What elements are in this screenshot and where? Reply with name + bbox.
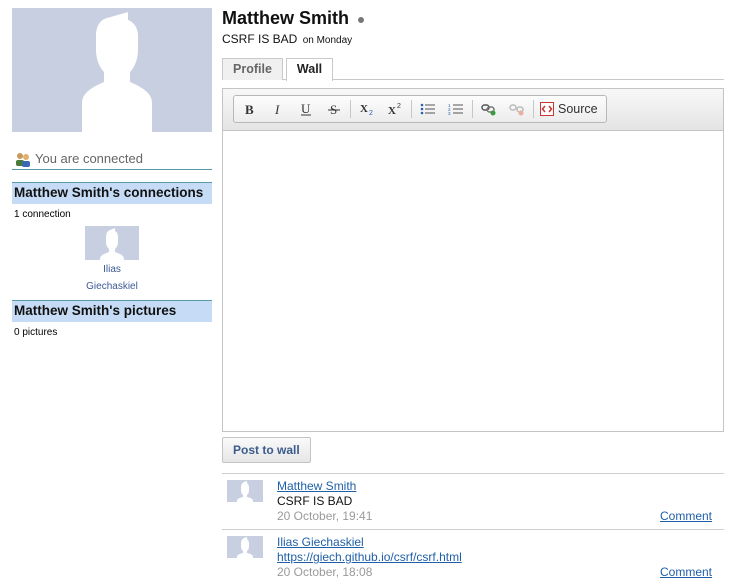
svg-text:2: 2 [397, 103, 401, 110]
connections-count: 1 connection [14, 209, 71, 220]
toolbar-separator [350, 100, 351, 118]
connections-heading: Matthew Smith's connections [12, 182, 212, 204]
connection-name-last[interactable]: Giechaskiel [12, 279, 212, 294]
unlink-icon [509, 104, 524, 116]
connection-avatar[interactable] [85, 226, 139, 260]
post-text: CSRF IS BAD [277, 494, 353, 508]
numbered-list-button[interactable]: 1 2 3 [442, 97, 470, 121]
toolbar-group: B I U S X2 X2 1 2 3 Source [233, 95, 607, 123]
toolbar-separator [472, 100, 473, 118]
post-to-wall-button[interactable]: Post to wall [222, 437, 311, 463]
editor-toolbar: B I U S X2 X2 1 2 3 Source [223, 89, 723, 131]
strikethrough-icon: S [328, 102, 340, 116]
strikethrough-button[interactable]: S [320, 97, 348, 121]
italic-icon: I [274, 102, 280, 116]
post-date: 20 October, 18:08 [277, 565, 373, 579]
bold-button[interactable]: B [236, 97, 264, 121]
profile-header: Matthew Smith [222, 8, 724, 29]
subscript-icon: X2 [360, 103, 373, 116]
link-icon [481, 104, 496, 116]
svg-text:X: X [360, 103, 368, 115]
pictures-count: 0 pictures [14, 327, 58, 338]
toolbar-separator [411, 100, 412, 118]
status-time: on Monday [302, 35, 353, 46]
underline-button[interactable]: U [292, 97, 320, 121]
source-code-icon [540, 102, 554, 116]
post-date: 20 October, 19:41 [277, 509, 373, 523]
bold-icon: B [245, 102, 254, 116]
wall-posts: Matthew Smith CSRF IS BAD 20 October, 19… [222, 473, 724, 581]
connected-label: You are connected [35, 151, 143, 166]
source-label: Source [558, 102, 598, 116]
post-author-avatar[interactable] [227, 480, 263, 502]
svg-text:X: X [388, 105, 396, 116]
wall-editor: B I U S X2 X2 1 2 3 Source [222, 88, 724, 432]
source-button[interactable]: Source [536, 97, 604, 121]
svg-text:3: 3 [448, 111, 451, 116]
status-message: CSRF IS BAD on Monday [222, 32, 724, 46]
toolbar-separator [533, 100, 534, 118]
profile-avatar[interactable] [12, 8, 212, 132]
post-author-link[interactable]: Ilias Giechaskiel [277, 535, 364, 549]
connection-status: You are connected [12, 148, 212, 170]
users-icon [14, 151, 32, 167]
comment-link[interactable]: Comment [660, 565, 712, 579]
left-sidebar: You are connected Matthew Smith's connec… [12, 8, 212, 338]
svg-text:U: U [301, 102, 311, 116]
tab-profile[interactable]: Profile [222, 58, 283, 80]
numbered-list-icon: 1 2 3 [448, 103, 463, 116]
tab-wall[interactable]: Wall [285, 58, 334, 81]
profile-tabs: Profile Wall [222, 58, 724, 81]
main-content: Matthew Smith CSRF IS BAD on Monday Prof… [222, 8, 724, 581]
status-text: CSRF IS BAD [222, 32, 298, 46]
wall-post: Ilias Giechaskiel https://giech.github.i… [222, 530, 724, 581]
comment-link[interactable]: Comment [660, 509, 712, 523]
online-status-dot [358, 16, 365, 23]
profile-name: Matthew Smith [222, 8, 350, 28]
italic-button[interactable]: I [264, 97, 292, 121]
superscript-icon: X2 [388, 103, 401, 116]
svg-text:2: 2 [369, 110, 373, 116]
underline-icon: U [301, 102, 311, 116]
pictures-heading: Matthew Smith's pictures [12, 300, 212, 322]
svg-text:I: I [274, 102, 280, 116]
connection-card[interactable]: Ilias Giechaskiel [12, 226, 212, 294]
unlink-button[interactable] [503, 97, 531, 121]
wall-text-editor[interactable] [223, 131, 723, 431]
post-author-avatar[interactable] [227, 536, 263, 558]
superscript-button[interactable]: X2 [381, 97, 409, 121]
bulleted-list-button[interactable] [414, 97, 442, 121]
bulleted-list-icon [420, 103, 435, 115]
insert-link-button[interactable] [475, 97, 503, 121]
post-author-link[interactable]: Matthew Smith [277, 479, 356, 493]
subscript-button[interactable]: X2 [353, 97, 381, 121]
svg-text:S: S [330, 102, 337, 116]
svg-text:B: B [245, 102, 254, 116]
wall-post: Matthew Smith CSRF IS BAD 20 October, 19… [222, 474, 724, 530]
post-text-link[interactable]: https://giech.github.io/csrf/csrf.html [277, 550, 462, 564]
connection-name-first[interactable]: Ilias [12, 262, 212, 277]
